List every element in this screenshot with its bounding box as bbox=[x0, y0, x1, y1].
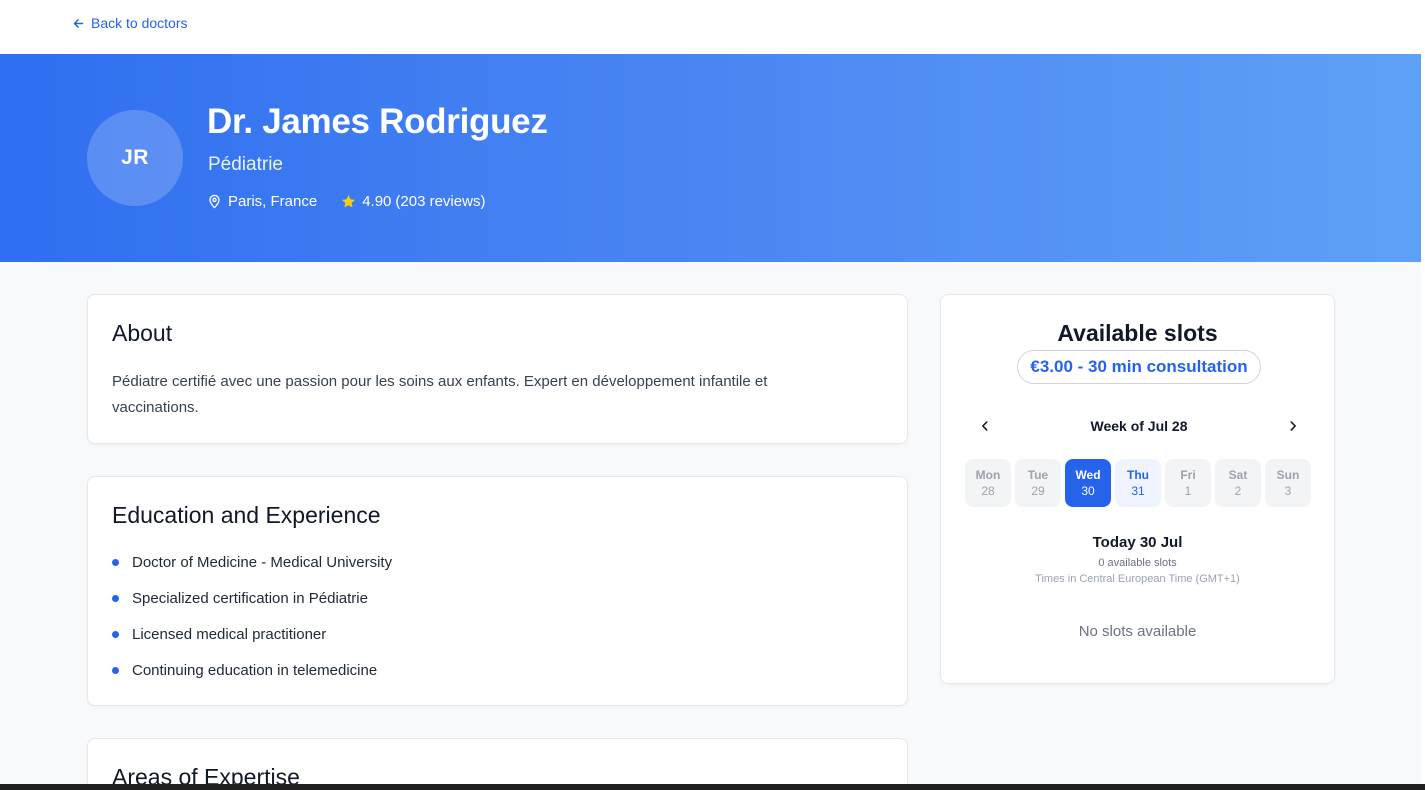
day-button-mon[interactable]: Mon 28 bbox=[965, 459, 1011, 507]
empty-slots-message: No slots available bbox=[1078, 623, 1197, 640]
education-item-label: Licensed medical practitioner bbox=[132, 625, 327, 643]
day-name: Tue bbox=[1027, 468, 1049, 482]
education-title: Education and Experience bbox=[112, 502, 381, 528]
day-date: 30 bbox=[1081, 484, 1095, 498]
education-list: Doctor of Medicine - Medical University … bbox=[112, 551, 392, 688]
bullet-dot bbox=[112, 630, 119, 638]
bullet-dot bbox=[112, 666, 119, 674]
day-date: 3 bbox=[1284, 484, 1292, 498]
day-button-fri[interactable]: Fri 1 bbox=[1165, 459, 1211, 507]
list-item: Specialized certification in Pédiatrie bbox=[112, 580, 392, 616]
education-item-label: Doctor of Medicine - Medical University bbox=[132, 553, 393, 571]
chevron-left-icon bbox=[982, 421, 988, 431]
list-item: Licensed medical practitioner bbox=[112, 616, 392, 652]
about-card: About Pédiatre certifié avec une passion… bbox=[87, 294, 908, 444]
day-button-sat[interactable]: Sat 2 bbox=[1215, 459, 1261, 507]
back-link-label: Back to doctors bbox=[91, 15, 188, 31]
rating-info: 4.90 (203 reviews) bbox=[341, 193, 485, 210]
bullet-dot bbox=[112, 558, 119, 566]
doctor-specialty: Pédiatrie bbox=[208, 154, 283, 175]
slot-count: 0 available slots bbox=[1098, 557, 1177, 569]
day-name: Sun bbox=[1276, 468, 1300, 482]
chevron-right-icon bbox=[1290, 421, 1296, 431]
timezone-note: Times in Central European Time (GMT+1) bbox=[1035, 573, 1240, 585]
education-item-label: Specialized certification in Pédiatrie bbox=[132, 589, 368, 607]
back-to-doctors-link[interactable]: Back to doctors bbox=[72, 15, 188, 31]
day-button-wed[interactable]: Wed 30 bbox=[1065, 459, 1111, 507]
day-button-thu[interactable]: Thu 31 bbox=[1115, 459, 1161, 507]
bullet-dot bbox=[112, 594, 119, 602]
price-badge: €3.00 - 30 min consultation bbox=[1017, 350, 1261, 384]
window-bottom-edge bbox=[0, 784, 1425, 790]
list-item: Continuing education in telemedicine bbox=[112, 652, 392, 688]
day-button-tue[interactable]: Tue 29 bbox=[1015, 459, 1061, 507]
day-selector: Mon 28 Tue 29 Wed 30 Thu 31 Fri 1 Sat 2 Sun 3 bbox=[965, 459, 1311, 507]
day-date: 1 bbox=[1184, 484, 1192, 498]
selected-day-label: Today 30 Jul bbox=[1092, 534, 1183, 551]
rating-value: 4.90 bbox=[362, 193, 392, 210]
day-date: 31 bbox=[1131, 484, 1145, 498]
week-navigator: Week of Jul 28 bbox=[969, 413, 1309, 439]
arrow-left-icon bbox=[73, 18, 84, 28]
doctor-hero-banner: JR Dr. James Rodriguez Pédiatrie Paris, … bbox=[0, 54, 1421, 262]
day-button-sun[interactable]: Sun 3 bbox=[1265, 459, 1311, 507]
expertise-card: Areas of Expertise bbox=[87, 738, 908, 790]
week-label: Week of Jul 28 bbox=[1090, 418, 1188, 434]
location-info: Paris, France bbox=[207, 193, 317, 210]
day-date: 29 bbox=[1031, 484, 1045, 498]
booking-card: Available slots €3.00 - 30 min consultat… bbox=[940, 294, 1335, 684]
top-bar: Back to doctors bbox=[0, 0, 1421, 54]
review-count: (203 reviews) bbox=[395, 193, 486, 210]
education-item-label: Continuing education in telemedicine bbox=[132, 661, 378, 679]
doctor-meta: Paris, France 4.90 (203 reviews) bbox=[207, 193, 485, 210]
map-pin-icon bbox=[209, 194, 220, 209]
day-name: Mon bbox=[975, 468, 1001, 482]
scrollbar[interactable] bbox=[1421, 0, 1425, 790]
location-text: Paris, France bbox=[228, 193, 318, 210]
day-date: 2 bbox=[1234, 484, 1242, 498]
avatar: JR bbox=[87, 110, 183, 206]
doctor-name: Dr. James Rodriguez bbox=[207, 102, 548, 141]
day-date: 28 bbox=[981, 484, 995, 498]
day-name: Thu bbox=[1127, 468, 1149, 482]
doctor-profile-page: Back to doctors JR Dr. James Rodriguez P… bbox=[0, 0, 1425, 790]
slots-title: Available slots bbox=[1057, 320, 1218, 346]
next-week-button[interactable] bbox=[1277, 413, 1309, 439]
star-icon bbox=[342, 195, 356, 208]
day-name: Sat bbox=[1228, 468, 1248, 482]
previous-week-button[interactable] bbox=[969, 413, 1001, 439]
about-text: Pédiatre certifié avec une passion pour … bbox=[112, 373, 768, 416]
day-name: Wed bbox=[1075, 468, 1101, 482]
about-title: About bbox=[112, 320, 173, 346]
list-item: Doctor of Medicine - Medical University bbox=[112, 544, 392, 580]
day-name: Fri bbox=[1180, 468, 1196, 482]
education-card: Education and Experience Doctor of Medic… bbox=[87, 476, 908, 706]
